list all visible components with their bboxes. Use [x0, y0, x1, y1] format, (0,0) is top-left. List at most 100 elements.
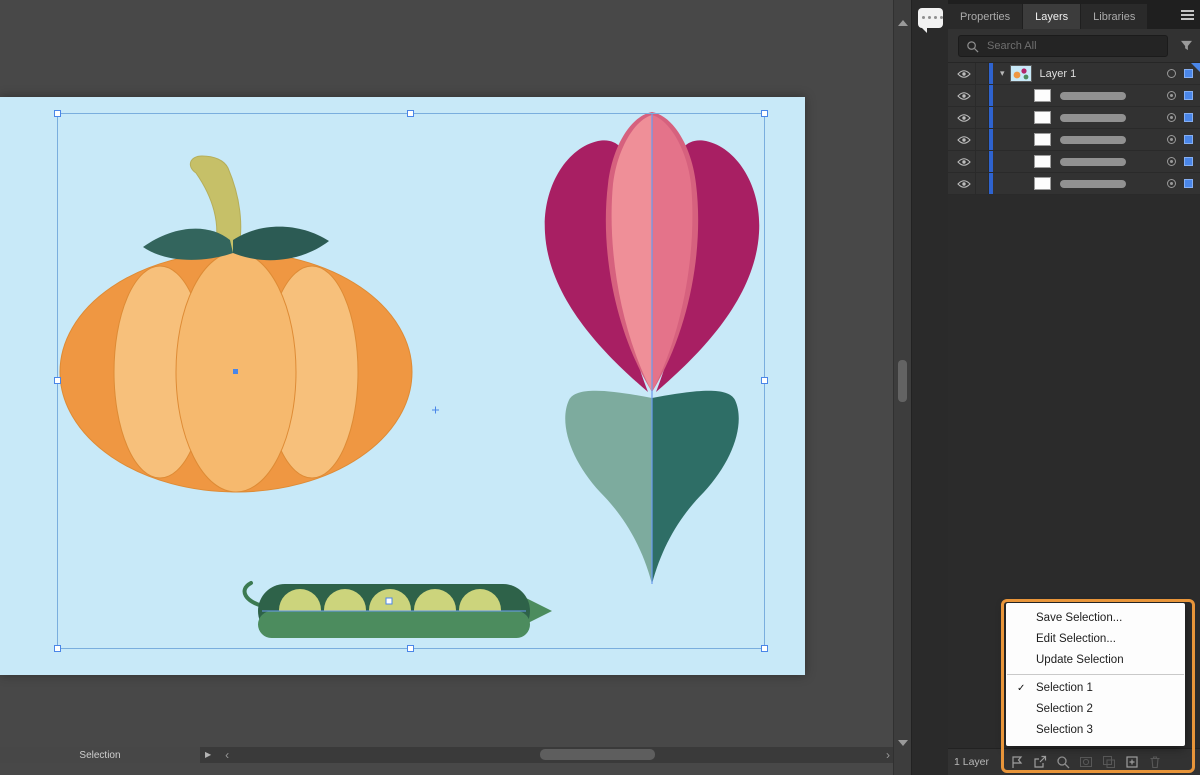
status-bar: Selection ▶ ‹ ›	[0, 747, 893, 763]
status-expand-icon[interactable]: ▶	[205, 747, 211, 763]
sublayer-name-placeholder	[1060, 179, 1126, 188]
lock-cell[interactable]	[976, 85, 989, 106]
sublayer-thumbnail[interactable]	[1034, 155, 1051, 168]
layer-list: ▾ Layer 1	[948, 63, 1200, 195]
target-circle-icon[interactable]	[1167, 69, 1176, 78]
selection-handle[interactable]	[761, 377, 768, 384]
menu-item-selection-1[interactable]: ✓ Selection 1	[1006, 678, 1185, 699]
tab-properties[interactable]: Properties	[948, 4, 1023, 29]
selection-bounding-box[interactable]	[54, 110, 768, 652]
share-icon[interactable]	[1033, 755, 1047, 769]
artboard[interactable]	[0, 97, 805, 675]
lock-cell[interactable]	[976, 151, 989, 172]
selection-handle[interactable]	[407, 110, 414, 117]
horizontal-scrollbar-thumb[interactable]	[540, 749, 655, 760]
illustrator-window: Selection ▶ ‹ › Properties Layers Librar…	[0, 0, 1200, 775]
scroll-right-icon[interactable]: ›	[886, 748, 890, 762]
tab-libraries[interactable]: Libraries	[1081, 4, 1148, 29]
target-circle-icon[interactable]	[1167, 179, 1176, 188]
new-layer-icon[interactable]	[1125, 755, 1139, 769]
selection-handle[interactable]	[54, 377, 61, 384]
visibility-cell[interactable]	[948, 107, 976, 128]
target-circle-icon[interactable]	[1167, 157, 1176, 166]
search-box[interactable]	[958, 35, 1168, 57]
layer-color-bar	[989, 85, 993, 106]
eye-icon[interactable]	[957, 135, 971, 145]
lock-cell[interactable]	[976, 173, 989, 194]
vertical-scrollbar-thumb[interactable]	[898, 360, 907, 402]
target-circle-icon[interactable]	[1167, 135, 1176, 144]
canvas-area[interactable]: Selection ▶ ‹ ›	[0, 0, 893, 775]
scroll-up-icon[interactable]	[898, 20, 908, 26]
target-circle-icon[interactable]	[1167, 113, 1176, 122]
search-row	[948, 29, 1200, 63]
clipping-mask-icon[interactable]	[1079, 755, 1093, 769]
selection-handle[interactable]	[761, 645, 768, 652]
selection-handle[interactable]	[54, 110, 61, 117]
new-sublayer-icon[interactable]	[1102, 755, 1116, 769]
selection-indicator-square[interactable]	[1184, 157, 1193, 166]
flag-icon[interactable]	[1010, 755, 1024, 769]
menu-item-update-selection[interactable]: Update Selection	[1006, 650, 1185, 671]
selection-indicator-square[interactable]	[1184, 113, 1193, 122]
sublayer-thumbnail[interactable]	[1034, 111, 1051, 124]
eye-icon[interactable]	[957, 157, 971, 167]
layer-name[interactable]: Layer 1	[1040, 68, 1077, 80]
scroll-left-icon[interactable]: ‹	[225, 748, 229, 762]
selection-handle[interactable]	[761, 110, 768, 117]
menu-separator	[1007, 674, 1184, 675]
sublayer-name-placeholder	[1060, 113, 1126, 122]
sublayer-thumbnail[interactable]	[1034, 89, 1051, 102]
tab-layers[interactable]: Layers	[1023, 4, 1081, 29]
sublayer-row[interactable]	[948, 129, 1200, 151]
layer-color-bar	[989, 129, 993, 150]
panel-menu-icon[interactable]	[1181, 10, 1194, 20]
sublayer-row[interactable]	[948, 173, 1200, 195]
sublayer-thumbnail[interactable]	[1034, 133, 1051, 146]
eye-icon[interactable]	[957, 179, 971, 189]
selection-handle[interactable]	[407, 645, 414, 652]
vertical-scrollbar[interactable]	[893, 0, 911, 775]
filter-icon[interactable]	[1180, 40, 1193, 51]
scroll-down-icon[interactable]	[898, 740, 908, 746]
check-icon: ✓	[1017, 683, 1026, 694]
selection-context-menu: Save Selection... Edit Selection... Upda…	[1006, 603, 1185, 746]
status-mode-label: Selection	[79, 749, 121, 761]
locate-object-icon[interactable]	[1056, 755, 1070, 769]
eye-icon[interactable]	[957, 69, 971, 79]
layer-row-layer1[interactable]: ▾ Layer 1	[948, 63, 1200, 85]
delete-icon[interactable]	[1148, 755, 1162, 769]
selection-indicator-square[interactable]	[1184, 91, 1193, 100]
selection-handle[interactable]	[54, 645, 61, 652]
sublayer-thumbnail[interactable]	[1034, 177, 1051, 190]
menu-item-save-selection[interactable]: Save Selection...	[1006, 608, 1185, 629]
search-input[interactable]	[985, 39, 1160, 53]
eye-icon[interactable]	[957, 113, 971, 123]
sublayer-name-placeholder	[1060, 135, 1126, 144]
selected-art-indicator	[1191, 63, 1200, 72]
visibility-cell[interactable]	[948, 151, 976, 172]
sublayer-row[interactable]	[948, 151, 1200, 173]
layer-color-bar	[989, 151, 993, 172]
layer-thumbnail[interactable]	[1009, 65, 1032, 82]
status-mode[interactable]: Selection	[0, 747, 200, 763]
lock-cell[interactable]	[976, 63, 989, 84]
visibility-cell[interactable]	[948, 85, 976, 106]
comment-icon[interactable]	[918, 8, 943, 33]
lock-cell[interactable]	[976, 107, 989, 128]
sublayer-row[interactable]	[948, 85, 1200, 107]
menu-item-selection-3[interactable]: Selection 3	[1006, 720, 1185, 741]
visibility-cell[interactable]	[948, 63, 976, 84]
lock-cell[interactable]	[976, 129, 989, 150]
target-circle-icon[interactable]	[1167, 91, 1176, 100]
menu-item-selection-2[interactable]: Selection 2	[1006, 699, 1185, 720]
selection-indicator-square[interactable]	[1184, 179, 1193, 188]
visibility-cell[interactable]	[948, 173, 976, 194]
visibility-cell[interactable]	[948, 129, 976, 150]
sublayer-row[interactable]	[948, 107, 1200, 129]
layer-color-bar	[989, 173, 993, 194]
menu-item-edit-selection[interactable]: Edit Selection...	[1006, 629, 1185, 650]
selection-indicator-square[interactable]	[1184, 135, 1193, 144]
eye-icon[interactable]	[957, 91, 971, 101]
chevron-down-icon[interactable]: ▾	[1000, 68, 1005, 79]
